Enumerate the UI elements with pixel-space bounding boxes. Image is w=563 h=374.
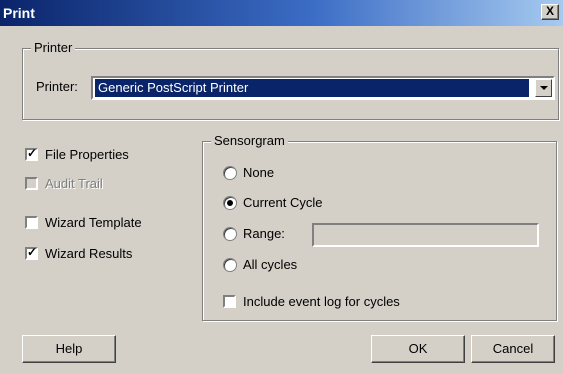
window-title: Print (3, 5, 35, 21)
radio-none[interactable] (223, 166, 237, 180)
wizard-results-checkbox[interactable]: ✓ (25, 245, 38, 260)
range-input[interactable] (312, 223, 539, 247)
close-button[interactable]: X (541, 4, 559, 20)
help-button[interactable]: Help (22, 335, 116, 363)
wizard-template-label: Wizard Template (45, 215, 142, 230)
radio-none-label: None (243, 165, 275, 180)
file-properties-label: File Properties (45, 147, 129, 162)
checkmark-icon: ✓ (27, 245, 38, 259)
include-event-log-label: Include event log for cycles (243, 294, 400, 309)
radio-current-cycle-label: Current Cycle (243, 195, 323, 210)
sensorgram-group-legend: Sensorgram (211, 133, 288, 148)
wizard-results-label: Wizard Results (45, 246, 133, 261)
wizard-template-checkbox[interactable] (25, 216, 38, 229)
checkmark-icon: ✓ (27, 146, 38, 160)
printer-label: Printer: (36, 79, 78, 94)
audit-trail-label: Audit Trail (45, 176, 103, 191)
radio-range[interactable] (223, 227, 237, 241)
title-bar[interactable]: Print X (0, 0, 563, 26)
chevron-down-icon[interactable] (535, 79, 552, 97)
cancel-button[interactable]: Cancel (471, 335, 555, 363)
printer-select[interactable]: Generic PostScript Printer (91, 76, 555, 100)
radio-all-cycles[interactable] (223, 258, 237, 272)
radio-all-cycles-label: All cycles (243, 257, 298, 272)
printer-group-legend: Printer (31, 40, 76, 55)
file-properties-checkbox[interactable]: ✓ (25, 146, 38, 161)
radio-current-cycle[interactable] (223, 196, 237, 210)
audit-trail-checkbox (25, 177, 38, 190)
radio-selected-dot (227, 200, 233, 206)
include-event-log-checkbox[interactable] (223, 295, 236, 308)
printer-select-value: Generic PostScript Printer (95, 79, 529, 97)
ok-button[interactable]: OK (371, 335, 465, 363)
radio-range-label: Range: (243, 226, 285, 241)
